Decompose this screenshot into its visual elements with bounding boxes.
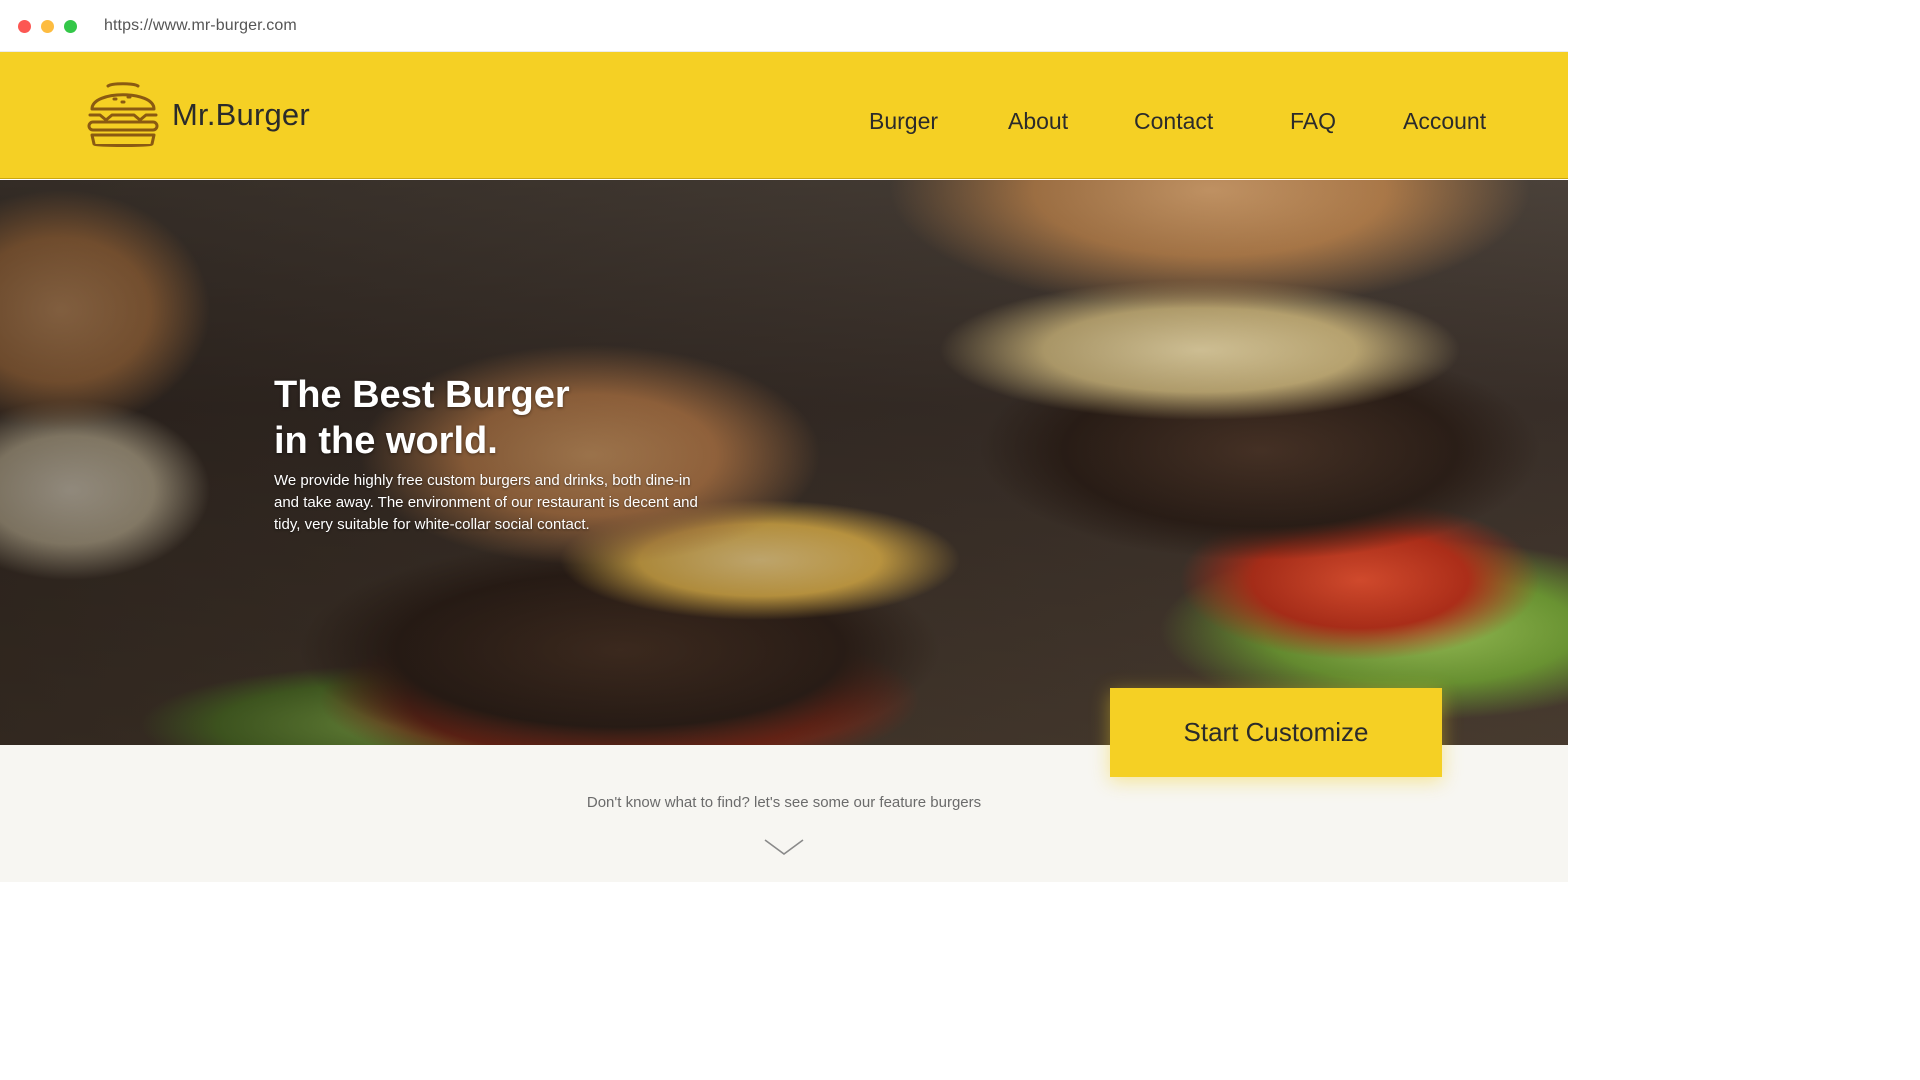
hero-title-line2: in the world. <box>274 420 498 462</box>
logo-text: Mr.Burger <box>172 97 310 132</box>
burgers-photo <box>0 180 1568 745</box>
browser-bar: https://www.mr-burger.com <box>0 0 1568 52</box>
burger-icon <box>87 82 159 147</box>
close-window-button[interactable] <box>18 20 31 33</box>
nav-faq[interactable]: FAQ <box>1290 108 1336 135</box>
address-bar[interactable]: https://www.mr-burger.com <box>104 17 297 35</box>
nav-contact[interactable]: Contact <box>1134 108 1213 135</box>
maximize-window-button[interactable] <box>64 20 77 33</box>
hero-description: We provide highly free custom burgers an… <box>274 472 698 533</box>
hero-banner: The Best Burger in the world. We provide… <box>0 180 1568 745</box>
nav-account[interactable]: Account <box>1403 108 1486 135</box>
nav-about[interactable]: About <box>1008 108 1068 135</box>
feature-prompt-text: Don't know what to find? let's see some … <box>586 794 982 811</box>
start-customize-button[interactable]: Start Customize <box>1110 688 1442 777</box>
hero-title-line1: The Best Burger <box>274 374 570 416</box>
chevron-down-icon[interactable] <box>764 838 804 856</box>
site-header: Mr.Burger Burger About Contact FAQ Accou… <box>0 52 1568 179</box>
hero-title: The Best Burger in the world. <box>274 372 694 464</box>
nav-burger[interactable]: Burger <box>869 108 938 135</box>
logo[interactable]: Mr.Burger <box>86 82 310 148</box>
minimize-window-button[interactable] <box>41 20 54 33</box>
